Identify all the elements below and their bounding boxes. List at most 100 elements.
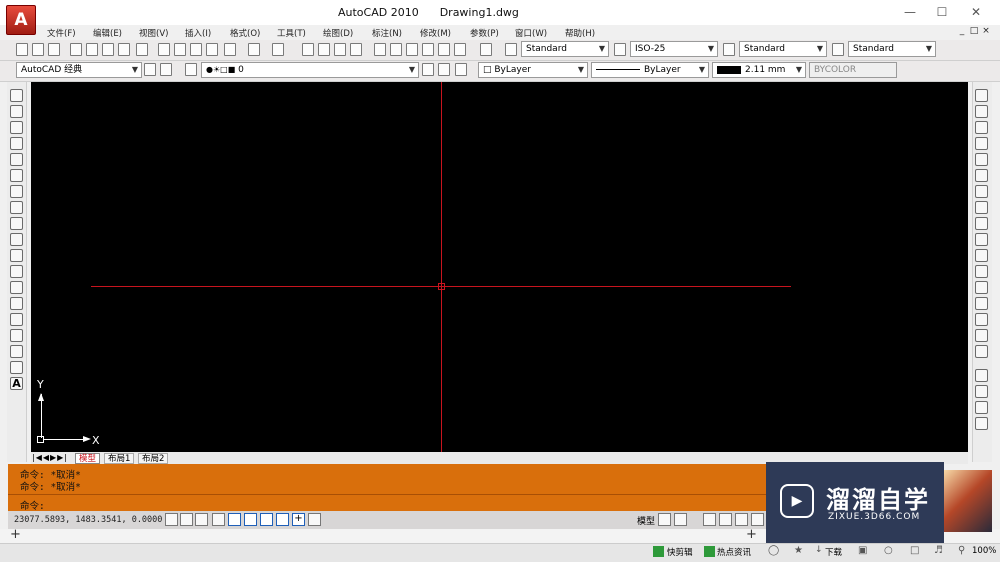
region-icon[interactable] xyxy=(10,345,23,358)
quick-properties-icon[interactable] xyxy=(308,513,321,526)
pan-status-icon[interactable] xyxy=(703,513,716,526)
menu-dimension[interactable]: 标注(N) xyxy=(372,27,402,39)
layer-previous-icon[interactable] xyxy=(438,63,450,76)
make-block-icon[interactable] xyxy=(10,281,23,294)
pan-icon[interactable] xyxy=(302,43,314,56)
drawing-canvas[interactable]: Y X xyxy=(31,82,968,452)
menu-file[interactable]: 文件(F) xyxy=(47,27,76,39)
undo-icon[interactable] xyxy=(248,43,260,56)
zoom-status-icon[interactable] xyxy=(719,513,732,526)
help-icon[interactable] xyxy=(480,43,492,56)
coordinates-readout[interactable]: 23077.5893, 1483.3541, 0.0000 xyxy=(14,515,162,525)
workspace-save-icon[interactable] xyxy=(160,63,172,76)
properties-icon[interactable] xyxy=(374,43,386,56)
offset-icon[interactable] xyxy=(975,137,988,150)
construction-line-icon[interactable] xyxy=(10,105,23,118)
menu-help[interactable]: 帮助(H) xyxy=(565,27,595,39)
snap-toggle-icon[interactable] xyxy=(165,513,178,526)
add-icon[interactable]: + xyxy=(10,527,21,542)
tray-icon-2[interactable]: ★ xyxy=(794,545,803,556)
spline-icon[interactable] xyxy=(10,217,23,230)
ellipse-arc-icon[interactable] xyxy=(10,249,23,262)
make-current-layer-icon[interactable] xyxy=(422,63,434,76)
maximize-button[interactable]: ☐ xyxy=(934,4,950,20)
insert-block-icon[interactable] xyxy=(10,265,23,278)
menu-view[interactable]: 视图(V) xyxy=(139,27,168,39)
zoom-level[interactable]: 100% xyxy=(972,546,996,556)
cut-icon[interactable] xyxy=(158,43,170,56)
tab-layout1[interactable]: 布局1 xyxy=(104,453,135,464)
menu-parameters[interactable]: 参数(P) xyxy=(470,27,499,39)
volume-icon[interactable]: ♬ xyxy=(934,545,943,556)
taskbar-item-download[interactable]: 下载 xyxy=(825,546,842,558)
paste-icon[interactable] xyxy=(190,43,202,56)
move-icon[interactable] xyxy=(975,169,988,182)
command-window[interactable] xyxy=(8,464,778,512)
stretch-icon[interactable] xyxy=(975,217,988,230)
doc-restore-icon[interactable]: □ xyxy=(969,26,979,37)
steering-wheel-icon[interactable] xyxy=(735,513,748,526)
chamfer-icon[interactable] xyxy=(975,313,988,326)
open-icon[interactable] xyxy=(32,43,44,56)
quick-view-layouts-icon[interactable] xyxy=(658,513,671,526)
color-select[interactable]: □ ByLayer ▼ xyxy=(478,62,588,78)
save-icon[interactable] xyxy=(48,43,60,56)
workspace-settings-icon[interactable] xyxy=(144,63,156,76)
copy-object-icon[interactable] xyxy=(975,105,988,118)
doc-minimize-icon[interactable]: _ xyxy=(957,26,967,37)
ellipse-icon[interactable] xyxy=(10,233,23,246)
join-icon[interactable] xyxy=(975,297,988,310)
polyline-icon[interactable] xyxy=(10,121,23,134)
extend-icon[interactable] xyxy=(975,249,988,262)
dyn-toggle-icon[interactable] xyxy=(276,513,289,526)
match-properties-icon[interactable] xyxy=(206,43,218,56)
mirror-icon[interactable] xyxy=(975,121,988,134)
zoom-previous-icon[interactable] xyxy=(350,43,362,56)
3d-dwf-icon[interactable] xyxy=(118,43,130,56)
tool-palettes-icon[interactable] xyxy=(406,43,418,56)
menu-insert[interactable]: 插入(I) xyxy=(185,27,211,39)
new-icon[interactable] xyxy=(16,43,28,56)
add-icon-right[interactable]: + xyxy=(746,527,757,542)
publish-icon[interactable] xyxy=(102,43,114,56)
draworder-icon[interactable] xyxy=(975,369,988,382)
showmotion-icon[interactable] xyxy=(751,513,764,526)
minimize-button[interactable]: — xyxy=(902,4,918,20)
dim-style-select[interactable]: ISO-25 ▼ xyxy=(630,41,718,57)
plot-icon[interactable] xyxy=(70,43,82,56)
zoom-realtime-icon[interactable] xyxy=(318,43,330,56)
array-icon[interactable] xyxy=(975,153,988,166)
doc-close-icon[interactable]: × xyxy=(981,26,991,37)
rotate-icon[interactable] xyxy=(975,185,988,198)
draworder-back-icon[interactable] xyxy=(975,385,988,398)
layer-select[interactable]: ●☀□■ 0 ▼ xyxy=(201,62,419,78)
linetype-select[interactable]: ByLayer ▼ xyxy=(591,62,709,78)
point-icon[interactable] xyxy=(10,297,23,310)
erase-icon[interactable] xyxy=(975,89,988,102)
lineweight-toggle-icon[interactable]: + xyxy=(292,513,305,526)
sheet-set-icon[interactable] xyxy=(422,43,434,56)
explode-icon[interactable] xyxy=(975,345,988,358)
text-style-select[interactable]: Standard ▼ xyxy=(521,41,609,57)
tab-navigation-icons[interactable]: |◀◀▶▶| xyxy=(32,453,68,462)
app-menu-button[interactable]: A xyxy=(6,5,36,35)
dim-style-icon[interactable] xyxy=(614,43,626,56)
tray-icon-3[interactable]: ▣ xyxy=(858,545,867,556)
fillet-icon[interactable] xyxy=(975,329,988,342)
menu-tools[interactable]: 工具(T) xyxy=(277,27,306,39)
block-editor-icon[interactable] xyxy=(224,43,236,56)
polar-toggle-icon[interactable] xyxy=(212,513,225,526)
quickcalc-icon[interactable] xyxy=(454,43,466,56)
command-prompt[interactable]: 命令: xyxy=(20,498,45,512)
menu-modify[interactable]: 修改(M) xyxy=(420,27,451,39)
menu-format[interactable]: 格式(O) xyxy=(230,27,260,39)
zoom-window-icon[interactable] xyxy=(334,43,346,56)
polygon-icon[interactable] xyxy=(10,137,23,150)
tray-icon-1[interactable]: ◯ xyxy=(768,545,779,556)
table-style-icon[interactable] xyxy=(723,43,735,56)
circle-icon[interactable] xyxy=(10,185,23,198)
rectangle-icon[interactable] xyxy=(10,153,23,166)
text-style-icon[interactable] xyxy=(505,43,517,56)
lineweight-select[interactable]: 2.11 mm ▼ xyxy=(712,62,806,78)
grid-toggle-icon[interactable] xyxy=(180,513,193,526)
